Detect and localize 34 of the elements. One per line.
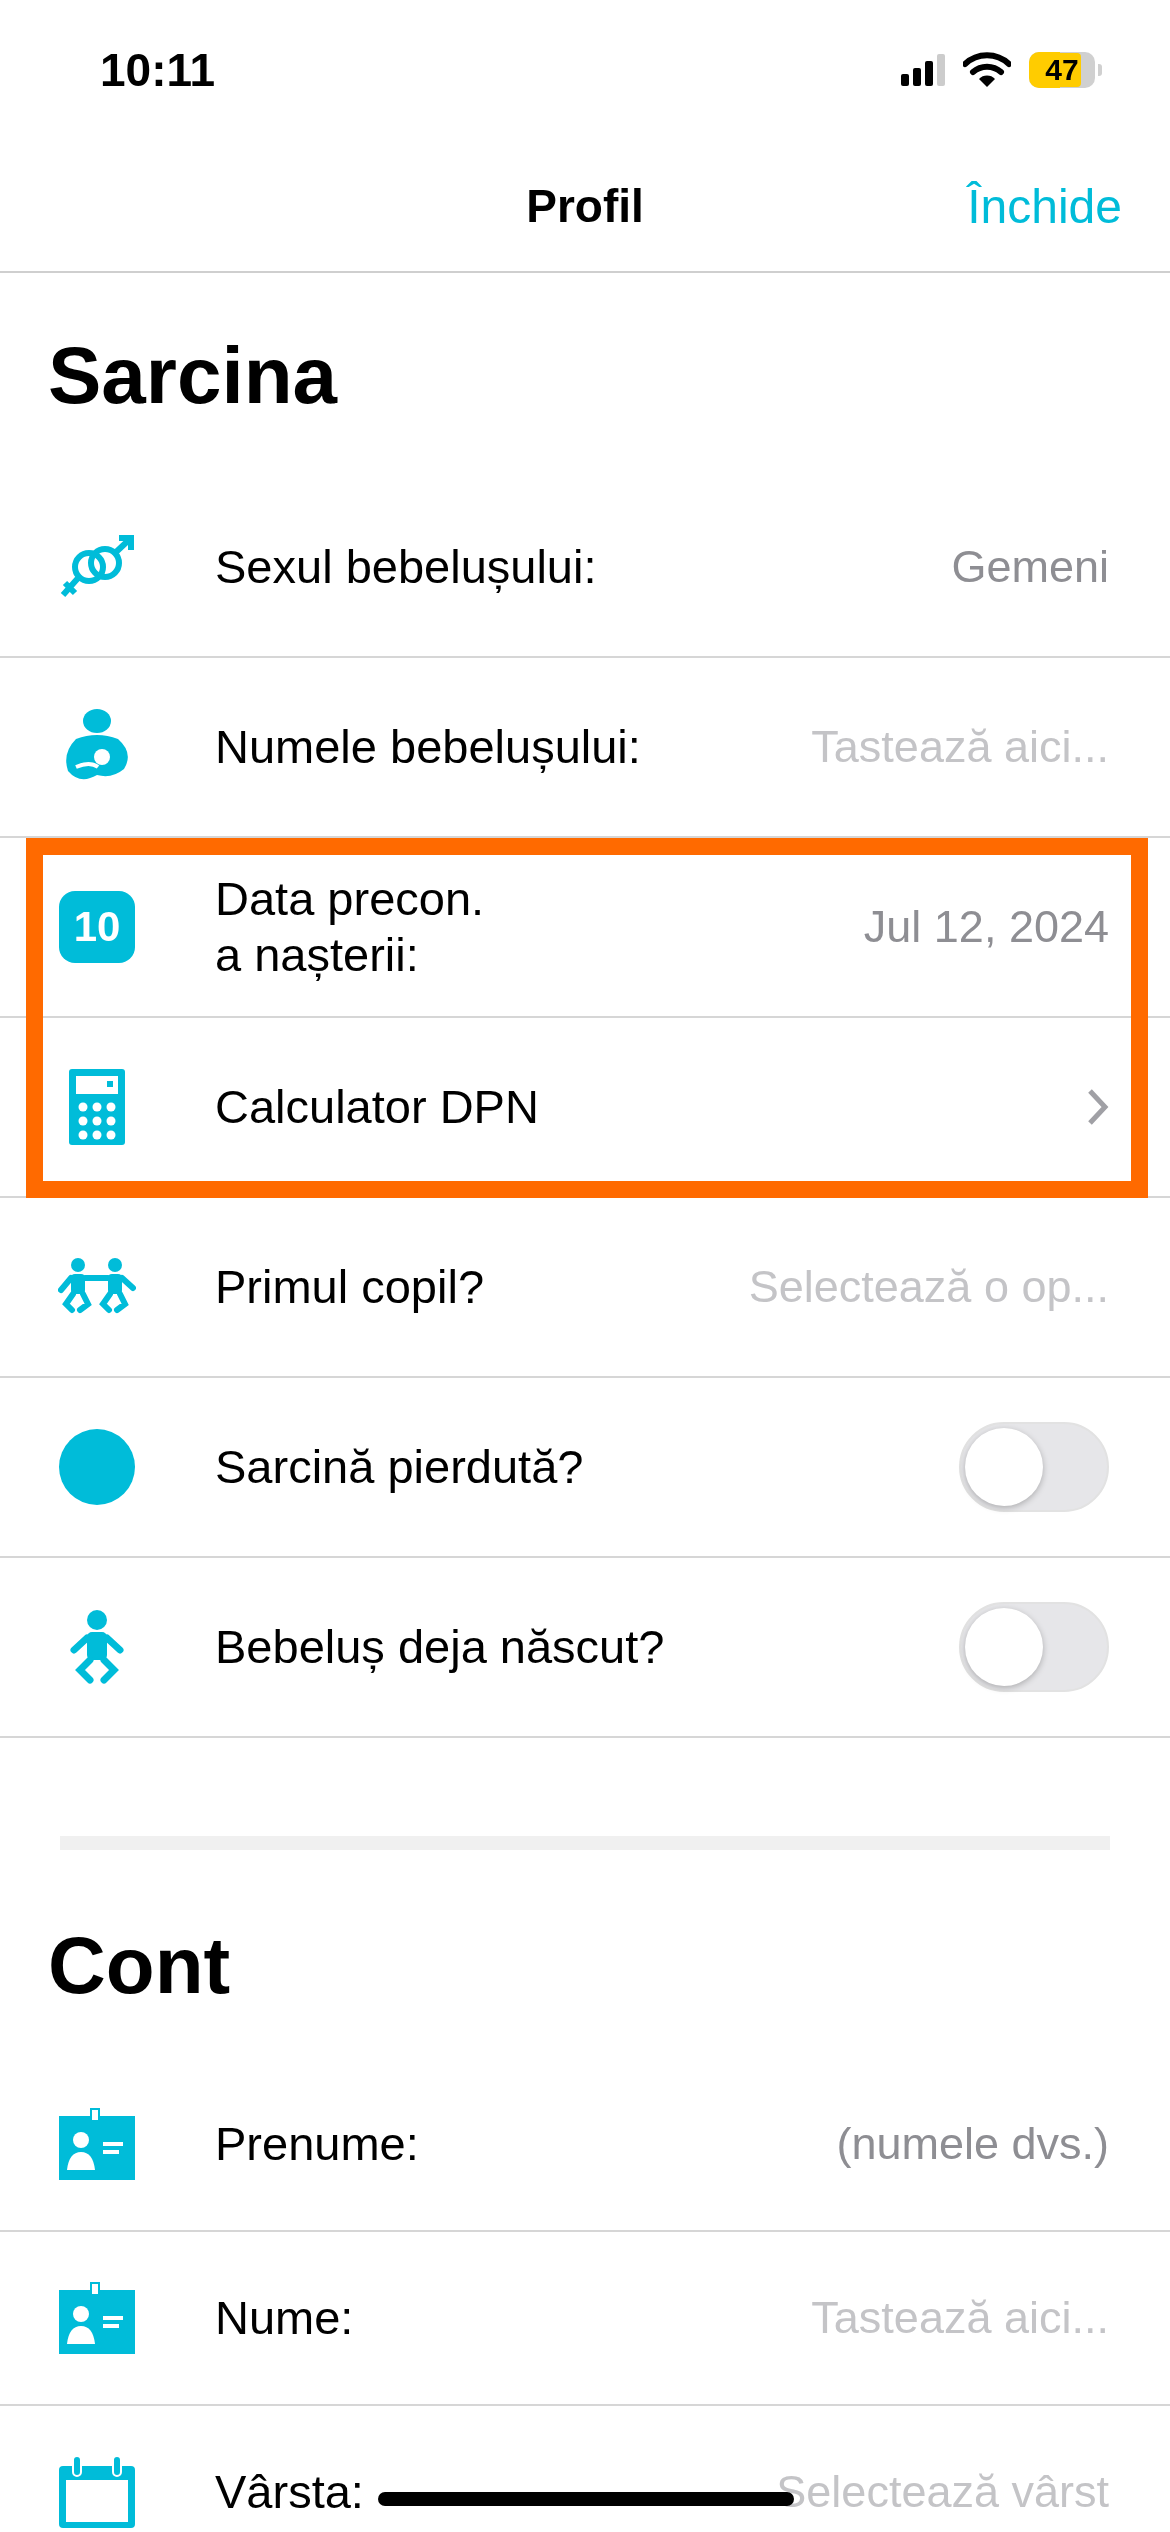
row-label: Sarcină pierdută?	[215, 1438, 584, 1495]
row-label: Data precon. a nașterii:	[215, 870, 485, 983]
text-field[interactable]: Tastează aici...	[669, 721, 1109, 773]
calendar-icon	[59, 2456, 135, 2528]
circle-icon	[59, 1429, 135, 1505]
row-value[interactable]: Jul 12, 2024	[863, 901, 1109, 953]
select-field[interactable]: Selectează vârst	[776, 2466, 1109, 2518]
nav-title: Profil	[526, 178, 644, 233]
text-field[interactable]: Tastează aici...	[669, 2292, 1109, 2344]
chevron-icon	[1087, 1088, 1109, 1126]
row-label: Nume:	[215, 2289, 354, 2346]
section-title: Sarcina	[48, 329, 338, 422]
id-badge-icon	[59, 2282, 135, 2354]
baby-icon	[70, 1610, 124, 1684]
status-time: 10:11	[100, 43, 216, 97]
section-title: Cont	[48, 1920, 231, 2012]
row-label: Bebeluș deja născut?	[215, 1618, 665, 1675]
wifi-icon	[963, 52, 1011, 88]
row-label: Calculator DPN	[215, 1078, 539, 1135]
row-label: Prenume:	[215, 2115, 419, 2172]
row-label: Vârsta:	[215, 2463, 364, 2520]
select-field[interactable]: Selectează o op...	[748, 1261, 1109, 1313]
row-label: Primul copil?	[215, 1258, 485, 1315]
close-button[interactable]: Închide	[967, 178, 1122, 233]
row-label: Sexul bebelușului:	[215, 538, 597, 595]
row-label: Numele bebelușului:	[215, 718, 641, 775]
id-badge-icon	[59, 2108, 135, 2180]
row-value[interactable]: Gemeni	[951, 541, 1109, 593]
row-value[interactable]: (numele dvs.)	[836, 2118, 1109, 2170]
two-children-icon	[58, 1258, 136, 1316]
signal-icon	[901, 54, 945, 86]
gender-symbols-icon	[59, 535, 135, 599]
calculator-icon	[69, 1069, 125, 1145]
calendar-day-icon: 10	[59, 891, 135, 963]
